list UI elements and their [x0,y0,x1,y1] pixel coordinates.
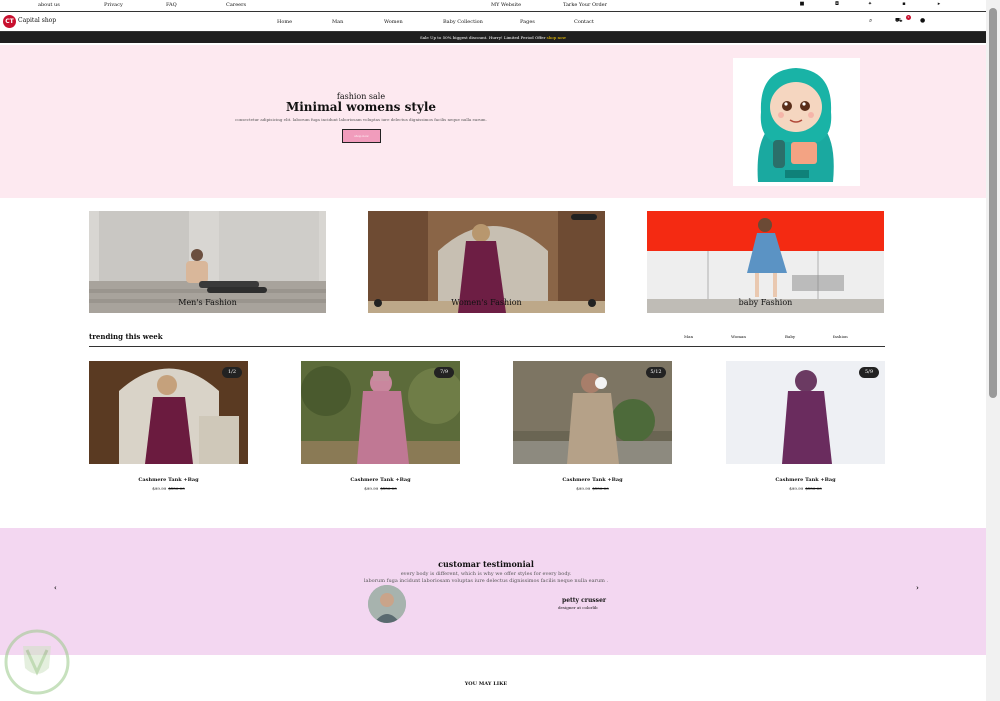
hero-description: consectetur adipisicing elit. laborum fu… [235,117,487,122]
twitter-icon[interactable]: ✦ [867,2,873,7]
product-price: $99.99 $150.00 [301,486,460,491]
user-icon[interactable]: ● [920,18,925,24]
product-name[interactable]: Cashmere Tank +Bag [301,477,460,483]
tab-man[interactable]: Man [684,334,693,339]
you-may-like-heading: YOU MAY LIKE [464,681,508,687]
product-image[interactable]: 1/2 [89,361,248,464]
hero-banner: fashion sale Minimal womens style consec… [0,45,986,198]
category-label: Women's Fashion [451,298,522,307]
brand-logo[interactable]: CT [3,15,16,28]
price-current: $99.99 [576,486,591,491]
tab-fashion[interactable]: fashion [833,334,848,339]
image-counter: 7/9 [434,367,454,378]
product-name[interactable]: Cashmere Tank +Bag [513,477,672,483]
price-current: $99.99 [789,486,804,491]
product-image[interactable]: 5/12 [513,361,672,464]
brand-name[interactable]: Capital shop [18,17,56,24]
category-card-baby[interactable]: baby Fashion [647,211,884,313]
hero-title: Minimal womens style [285,100,437,114]
page-scrollbar[interactable] [986,0,1000,701]
watermark-shield-icon [3,628,71,696]
shop-now-button[interactable]: shop now [342,129,381,143]
link-faq[interactable]: FAQ [166,2,177,8]
search-icon[interactable]: ⌕ [869,18,872,24]
image-counter: 1/2 [222,367,242,378]
testimonial-line-1: every body is different, which is why we… [400,571,572,577]
scrollbar-thumb[interactable] [989,8,997,398]
hero-illustration [733,58,860,186]
page: about us Privacy FAQ Careers MY Website … [0,0,986,701]
product-image[interactable]: 5/9 [726,361,885,464]
cart-icon[interactable]: ⛟ [895,18,903,24]
product-name[interactable]: Cashmere Tank +Bag [726,477,885,483]
top-utility-bar: about us Privacy FAQ Careers MY Website … [0,0,986,10]
product-image[interactable]: 7/9 [301,361,460,464]
nav-man[interactable]: Man [332,19,343,25]
product-price: $99.99 $150.00 [89,486,248,491]
trending-title: trending this week [89,332,163,341]
link-careers[interactable]: Careers [226,2,246,8]
testimonial-title: customar testimonial [438,559,534,569]
link-privacy[interactable]: Privacy [104,2,123,8]
youtube-icon[interactable]: ▸ [936,2,942,7]
promo-shop-link[interactable]: shop now [547,35,566,40]
nav-contact[interactable]: Contact [574,19,594,25]
cart-count-badge: 2 [906,15,911,20]
facebook-icon[interactable]: ■ [799,2,805,7]
category-card-men[interactable]: Men's Fashion [89,211,326,313]
category-label: Men's Fashion [178,298,237,307]
price-old: $150.00 [805,486,822,491]
price-old: $150.00 [380,486,397,491]
promo-strip: Sale Up to 50% biggest discount. Hurry! … [0,32,986,43]
price-old: $150.00 [168,486,185,491]
nav-baby-collection[interactable]: Baby Collection [443,19,483,25]
reviewer-name: petty crusser [562,597,607,604]
trending-divider [89,346,885,347]
product-name[interactable]: Cashmere Tank +Bag [89,477,248,483]
promo-text: Sale Up to 50% biggest discount. Hurry! … [420,35,546,40]
carousel-prev-arrow[interactable]: ‹ [54,583,57,592]
nav-women[interactable]: Women [384,19,403,25]
price-current: $99.99 [152,486,167,491]
price-current: $99.99 [364,486,379,491]
price-old: $150.00 [592,486,609,491]
tab-woman[interactable]: Woman [731,334,746,339]
product-price: $99.99 $150.00 [513,486,672,491]
testimonial-line-2: laborum fuga incidunt laboriosam volupta… [363,578,609,584]
linkedin-icon[interactable]: ▪ [901,2,907,7]
image-counter: 5/12 [646,367,666,378]
link-about[interactable]: about us [38,2,60,8]
nav-pages[interactable]: Pages [520,19,535,25]
tab-baby[interactable]: Baby [785,334,795,339]
main-navbar: CT Capital shop Home Man Women Baby Coll… [0,11,986,32]
avatar [368,585,406,623]
category-label: baby Fashion [738,298,793,307]
reviewer-role: designer at colorlib [558,605,598,610]
link-my-website[interactable]: MY Website [491,2,521,8]
link-track-order[interactable]: Tarke Your Order [563,2,607,8]
testimonial-section: ‹ customar testimonial every body is dif… [0,528,986,655]
category-card-women[interactable]: Women's Fashion [368,211,605,313]
nav-home[interactable]: Home [277,19,292,25]
image-counter: 5/9 [859,367,879,378]
instagram-icon[interactable]: ◘ [834,2,840,7]
product-price: $99.99 $150.00 [726,486,885,491]
carousel-next-arrow[interactable]: › [916,583,919,592]
